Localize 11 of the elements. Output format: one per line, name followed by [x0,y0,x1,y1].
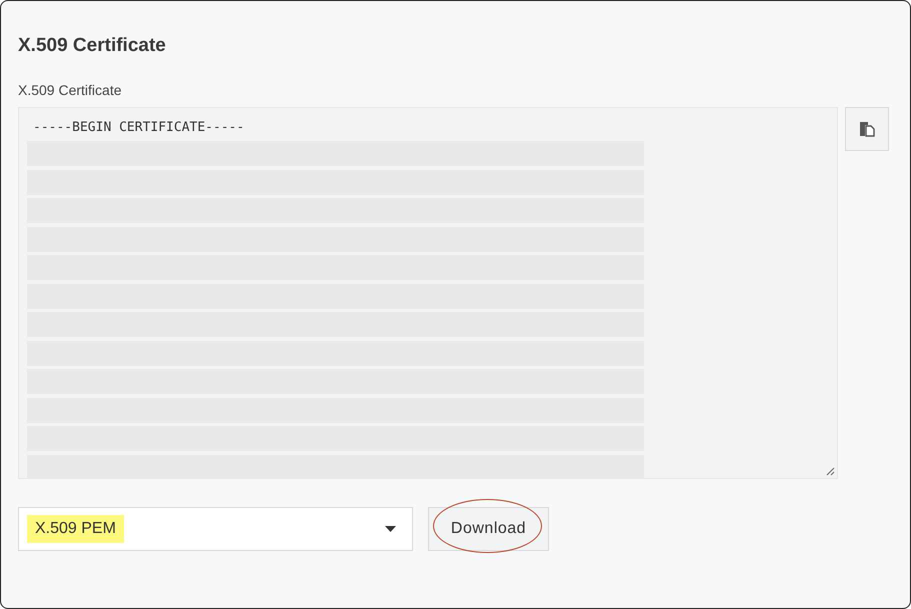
dropdown-caret-icon [385,526,396,532]
certificate-textarea[interactable]: -----BEGIN CERTIFICATE----- [18,107,838,479]
format-select[interactable]: X.509 PEM [18,507,413,551]
copy-button[interactable] [845,107,889,151]
section-title: X.509 Certificate [18,35,167,58]
certificate-text: -----BEGIN CERTIFICATE----- [33,120,246,135]
select-value: X.509 PEM [27,515,124,543]
copy-icon [858,120,876,138]
field-label: X.509 Certificate [18,82,122,98]
resize-handle-icon[interactable] [826,467,835,476]
download-button[interactable]: Download [428,507,549,551]
